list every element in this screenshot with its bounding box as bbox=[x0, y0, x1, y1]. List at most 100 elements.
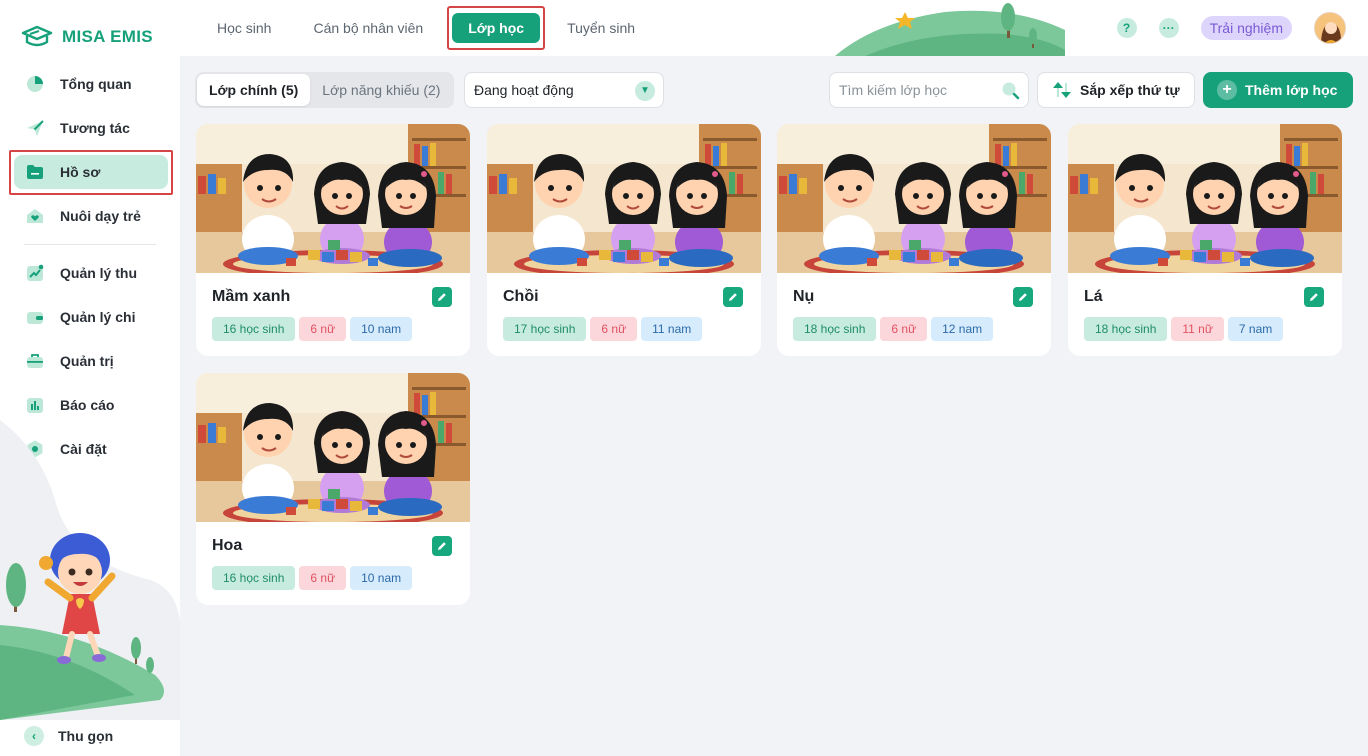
pencil-icon bbox=[438, 293, 446, 301]
edit-class-button[interactable] bbox=[432, 287, 452, 307]
male-count-badge: 12 nam bbox=[931, 317, 994, 341]
female-count-badge: 6 nữ bbox=[880, 317, 928, 341]
top-bar: Học sinh Cán bộ nhân viên Lớp học Tuyển … bbox=[180, 0, 1368, 56]
sidebar-illustration bbox=[0, 420, 180, 720]
tab-lop-hoc[interactable]: Lớp học bbox=[447, 6, 546, 50]
female-count-badge: 11 nữ bbox=[1171, 317, 1224, 341]
class-thumbnail-image bbox=[1068, 124, 1342, 273]
toolbar: Lớp chính (5) Lớp năng khiếu (2) Đang ho… bbox=[195, 72, 1353, 108]
user-avatar-icon bbox=[1315, 13, 1345, 43]
female-count-badge: 6 nữ bbox=[590, 317, 638, 341]
sidebar-nav: Tổng quan Tương tác Hồ sơ Nuôi dạy trẻ Q… bbox=[0, 62, 180, 471]
student-count-badge: 17 học sinh bbox=[503, 317, 587, 341]
class-name: Mầm xanh bbox=[212, 288, 291, 305]
sort-order-button[interactable]: Sắp xếp thứ tự bbox=[1037, 72, 1195, 108]
sidebar-item-tuong-tac[interactable]: Tương tác bbox=[0, 106, 180, 150]
help-button[interactable]: ? bbox=[1116, 18, 1137, 38]
student-count-badge: 16 học sinh bbox=[212, 566, 296, 590]
divider bbox=[24, 244, 156, 245]
student-count-badge: 18 học sinh bbox=[1084, 317, 1168, 341]
search-icon[interactable] bbox=[1000, 80, 1020, 100]
male-count-badge: 7 nam bbox=[1227, 317, 1284, 341]
sort-icon bbox=[1053, 82, 1071, 98]
sidebar-item-nuoi-day-tre[interactable]: Nuôi dạy trẻ bbox=[0, 194, 180, 238]
brand-name: MISA EMIS bbox=[62, 27, 153, 46]
chevron-down-icon: ▼ bbox=[635, 81, 655, 101]
highlight-frame bbox=[447, 6, 546, 50]
edit-class-button[interactable] bbox=[723, 287, 743, 307]
class-thumbnail-image bbox=[777, 124, 1051, 273]
sidebar-item-label: Quản lý thu bbox=[60, 265, 137, 281]
briefcase-icon bbox=[24, 350, 46, 372]
search-input[interactable] bbox=[830, 73, 990, 107]
chevron-left-icon: ‹ bbox=[24, 726, 44, 746]
class-name: Nụ bbox=[793, 288, 815, 305]
sidebar: MISA EMIS Tổng quan Tương tác Hồ sơ Nuôi… bbox=[0, 0, 180, 756]
class-card[interactable]: Mầm xanh 16 học sinh 6 nữ 10 nam bbox=[196, 124, 470, 356]
pencil-icon bbox=[729, 293, 737, 301]
class-card[interactable]: Hoa 16 học sinh 6 nữ 10 nam bbox=[196, 373, 470, 605]
class-stats: 16 học sinh 6 nữ 10 nam bbox=[212, 317, 413, 341]
edit-class-button[interactable] bbox=[432, 536, 452, 556]
class-type-segmented: Lớp chính (5) Lớp năng khiếu (2) bbox=[195, 72, 455, 108]
sidebar-item-tong-quan[interactable]: Tổng quan bbox=[0, 62, 180, 106]
collapse-sidebar-button[interactable]: ‹ Thu gọn bbox=[24, 726, 113, 746]
pencil-icon bbox=[1310, 293, 1318, 301]
sidebar-item-label: Tổng quan bbox=[60, 76, 132, 92]
class-card[interactable]: Lá 18 học sinh 11 nữ 7 nam bbox=[1068, 124, 1342, 356]
sidebar-item-quan-ly-thu[interactable]: Quản lý thu bbox=[0, 251, 180, 295]
edit-class-button[interactable] bbox=[1304, 287, 1324, 307]
segment-main-classes[interactable]: Lớp chính (5) bbox=[197, 74, 311, 106]
edit-class-button[interactable] bbox=[1013, 287, 1033, 307]
wallet-icon bbox=[24, 306, 46, 328]
sidebar-item-label: Báo cáo bbox=[60, 397, 115, 413]
class-name: Lá bbox=[1084, 288, 1103, 305]
add-class-button[interactable]: + Thêm lớp học bbox=[1203, 72, 1353, 108]
pencil-icon bbox=[438, 542, 446, 550]
female-count-badge: 6 nữ bbox=[299, 566, 347, 590]
student-count-badge: 16 học sinh bbox=[212, 317, 296, 341]
sidebar-item-label: Nuôi dạy trẻ bbox=[60, 208, 141, 224]
sidebar-item-label: Quản lý chi bbox=[60, 309, 136, 325]
folder-icon bbox=[24, 161, 46, 183]
class-name: Hoa bbox=[212, 537, 243, 554]
male-count-badge: 11 nam bbox=[641, 317, 703, 341]
search-box bbox=[829, 72, 1029, 108]
tab-can-bo-nhan-vien[interactable]: Cán bộ nhân viên bbox=[300, 11, 436, 45]
class-thumbnail-image bbox=[196, 373, 470, 522]
brand-logo[interactable]: MISA EMIS bbox=[20, 24, 153, 50]
bar-chart-icon bbox=[24, 394, 46, 416]
student-count-badge: 18 học sinh bbox=[793, 317, 877, 341]
class-stats: 17 học sinh 6 nữ 11 nam bbox=[503, 317, 703, 341]
status-select-value: Đang hoạt động bbox=[474, 82, 574, 98]
top-right-actions: ? ··· Trải nghiệm bbox=[1116, 12, 1346, 44]
plus-icon: + bbox=[1217, 80, 1237, 100]
add-class-label: Thêm lớp học bbox=[1245, 82, 1338, 98]
trial-button[interactable]: Trải nghiệm bbox=[1200, 16, 1292, 40]
class-card[interactable]: Chồi 17 học sinh 6 nữ 11 nam bbox=[487, 124, 761, 356]
sidebar-item-label: Tương tác bbox=[60, 120, 130, 136]
sidebar-item-quan-tri[interactable]: Quản trị bbox=[0, 339, 180, 383]
female-count-badge: 6 nữ bbox=[299, 317, 347, 341]
pencil-icon bbox=[1019, 293, 1027, 301]
paper-plane-icon bbox=[24, 117, 46, 139]
trend-chart-icon bbox=[24, 262, 46, 284]
class-card[interactable]: Nụ 18 học sinh 6 nữ 12 nam bbox=[777, 124, 1051, 356]
sort-label: Sắp xếp thứ tự bbox=[1080, 82, 1180, 98]
segment-talent-classes[interactable]: Lớp năng khiếu (2) bbox=[310, 74, 452, 106]
male-count-badge: 10 nam bbox=[350, 317, 413, 341]
more-options-button[interactable]: ··· bbox=[1158, 18, 1179, 38]
sidebar-item-quan-ly-chi[interactable]: Quản lý chi bbox=[0, 295, 180, 339]
pie-chart-icon bbox=[24, 73, 46, 95]
sidebar-item-ho-so[interactable]: Hồ sơ bbox=[0, 150, 180, 195]
status-select[interactable]: Đang hoạt động ▼ bbox=[464, 72, 664, 108]
avatar[interactable] bbox=[1314, 12, 1346, 44]
top-tabs: Học sinh Cán bộ nhân viên Lớp học Tuyển … bbox=[204, 0, 664, 56]
tab-tuyen-sinh[interactable]: Tuyển sinh bbox=[554, 11, 648, 45]
class-stats: 16 học sinh 6 nữ 10 nam bbox=[212, 566, 413, 590]
heart-house-icon bbox=[24, 205, 46, 227]
class-thumbnail-image bbox=[487, 124, 761, 273]
tab-hoc-sinh[interactable]: Học sinh bbox=[204, 11, 284, 45]
class-stats: 18 học sinh 11 nữ 7 nam bbox=[1084, 317, 1284, 341]
class-thumbnail-image bbox=[196, 124, 470, 273]
